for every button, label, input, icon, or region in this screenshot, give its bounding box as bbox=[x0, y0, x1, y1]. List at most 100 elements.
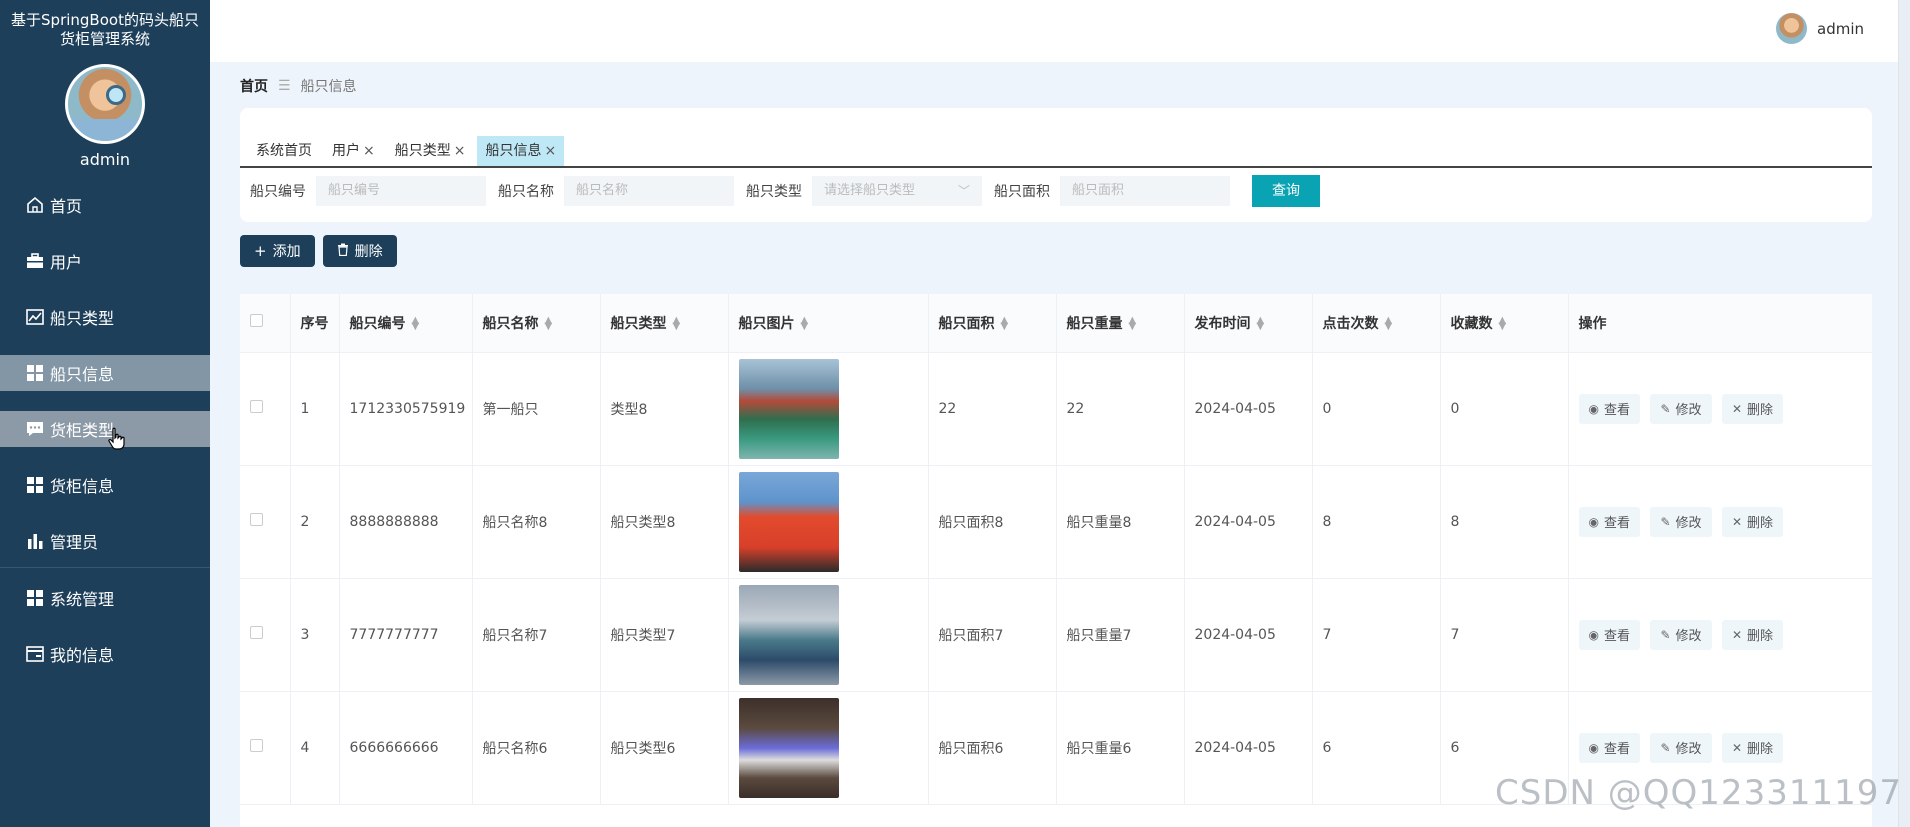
tab-label: 船只信息 bbox=[485, 143, 542, 159]
header-favorites[interactable]: 收藏数 ▲ ▼ bbox=[1440, 294, 1569, 353]
checkbox[interactable] bbox=[250, 513, 263, 526]
sidebar-item-label: 首页 bbox=[50, 197, 83, 216]
query-button[interactable]: 查询 bbox=[1252, 175, 1320, 207]
checkbox[interactable] bbox=[250, 314, 263, 328]
cell-publish-time: 2024-04-05 bbox=[1184, 691, 1313, 805]
header-label: 船只编号 bbox=[349, 315, 406, 332]
tab-ship-type[interactable]: 船只类型 × bbox=[387, 136, 474, 166]
header-label: 发布时间 bbox=[1194, 315, 1251, 332]
close-icon[interactable]: × bbox=[544, 136, 556, 166]
sort-icon[interactable]: ▲ ▼ bbox=[545, 315, 553, 331]
header-label: 船只面积 bbox=[938, 315, 995, 332]
header-ship-code[interactable]: 船只编号 ▲ ▼ bbox=[339, 294, 473, 353]
ship-code-label: 船只编号 bbox=[250, 184, 306, 200]
batch-delete-button[interactable]: 删除 bbox=[322, 235, 397, 267]
close-icon[interactable]: × bbox=[454, 136, 466, 166]
edit-icon: ✎ bbox=[1660, 740, 1671, 755]
sidebar-item-system[interactable]: 系统管理 bbox=[0, 580, 210, 616]
edit-icon: ✎ bbox=[1660, 627, 1671, 642]
tab-ship-info[interactable]: 船只信息 × bbox=[477, 136, 565, 166]
cell-index: 3 bbox=[290, 578, 340, 692]
ship-type-label: 船只类型 bbox=[746, 184, 802, 200]
sidebar-item-ship-type[interactable]: 船只类型 bbox=[0, 299, 210, 335]
cell-ship-image bbox=[728, 352, 929, 466]
view-button[interactable]: ◉ 查看 bbox=[1578, 732, 1640, 763]
bar-chart-icon bbox=[24, 530, 46, 552]
view-button[interactable]: ◉ 查看 bbox=[1578, 506, 1640, 537]
ship-name-label: 船只名称 bbox=[498, 184, 554, 200]
ship-name-input[interactable]: 船只名称 bbox=[564, 176, 734, 206]
header-ship-image[interactable]: 船只图片 ▲ ▼ bbox=[728, 294, 929, 353]
edit-button[interactable]: ✎ 修改 bbox=[1650, 506, 1712, 537]
ship-image[interactable] bbox=[738, 471, 839, 572]
top-username[interactable]: admin bbox=[1817, 20, 1864, 38]
sidebar-item-admins[interactable]: 管理员 bbox=[0, 523, 210, 559]
close-icon[interactable]: × bbox=[363, 136, 375, 166]
top-user-menu[interactable]: admin bbox=[1776, 13, 1864, 44]
delete-button[interactable]: ✕ 删除 bbox=[1721, 732, 1784, 763]
checkbox[interactable] bbox=[250, 626, 263, 639]
sidebar-item-users[interactable]: 用户 bbox=[0, 243, 210, 279]
sort-icon[interactable]: ▲ ▼ bbox=[412, 315, 420, 331]
tab-label: 船只类型 bbox=[394, 143, 451, 159]
header-click-count[interactable]: 点击次数 ▲ ▼ bbox=[1312, 294, 1441, 353]
checkbox[interactable] bbox=[250, 739, 263, 752]
sort-icon[interactable]: ▲ ▼ bbox=[673, 315, 681, 331]
ship-type-select[interactable]: 请选择船只类型 ﹀ bbox=[812, 176, 982, 206]
header-ship-area[interactable]: 船只面积 ▲ ▼ bbox=[928, 294, 1057, 353]
sidebar-item-container-info[interactable]: 货柜信息 bbox=[0, 467, 210, 503]
tab-users[interactable]: 用户 × bbox=[324, 136, 383, 166]
sidebar-item-my-info[interactable]: 我的信息 bbox=[0, 636, 210, 672]
sidebar-item-label: 货柜信息 bbox=[50, 477, 115, 496]
sidebar-item-container-type[interactable]: 货柜类型 bbox=[0, 411, 210, 450]
breadcrumb-home[interactable]: 首页 bbox=[240, 76, 268, 96]
add-button[interactable]: + 添加 bbox=[240, 235, 315, 267]
tab-system-home[interactable]: 系统首页 bbox=[248, 136, 320, 166]
header-label: 点击次数 bbox=[1322, 315, 1379, 332]
ship-image[interactable] bbox=[738, 358, 839, 459]
cell-operations: ◉ 查看 ✎ 修改 ✕ 删除 bbox=[1568, 578, 1872, 692]
header-label: 船只重量 bbox=[1066, 315, 1123, 332]
header-publish-time[interactable]: 发布时间 ▲ ▼ bbox=[1184, 294, 1313, 353]
cell-ship-type: 船只类型7 bbox=[600, 578, 729, 692]
trash-icon bbox=[337, 242, 349, 260]
cell-index: 1 bbox=[290, 352, 340, 466]
delete-button[interactable]: ✕ 删除 bbox=[1721, 393, 1784, 424]
sort-icon[interactable]: ▲ ▼ bbox=[1129, 315, 1137, 331]
delete-button[interactable]: ✕ 删除 bbox=[1721, 506, 1784, 537]
top-avatar[interactable] bbox=[1776, 13, 1807, 44]
edit-button[interactable]: ✎ 修改 bbox=[1650, 732, 1712, 763]
sidebar-avatar[interactable] bbox=[65, 64, 145, 144]
sort-icon[interactable]: ▲ ▼ bbox=[1257, 315, 1265, 331]
cell-click-count: 6 bbox=[1312, 691, 1441, 805]
edit-button[interactable]: ✎ 修改 bbox=[1650, 619, 1712, 650]
view-button[interactable]: ◉ 查看 bbox=[1578, 619, 1640, 650]
cell-ship-area: 船只面积6 bbox=[928, 691, 1057, 805]
view-label: 查看 bbox=[1603, 516, 1630, 531]
sidebar-item-ship-info[interactable]: 船只信息 bbox=[0, 355, 210, 391]
sort-icon[interactable]: ▲ ▼ bbox=[1385, 315, 1393, 331]
header-ship-name[interactable]: 船只名称 ▲ ▼ bbox=[472, 294, 601, 353]
ship-image[interactable] bbox=[738, 584, 839, 685]
table-row: 3 7777777777 船只名称7 船只类型7 船只面积7 船只重量7 202… bbox=[240, 578, 1872, 692]
delete-button[interactable]: ✕ 删除 bbox=[1721, 619, 1784, 650]
page-scrollbar[interactable] bbox=[1898, 0, 1910, 827]
grid-icon bbox=[24, 474, 46, 496]
sort-icon[interactable]: ▲ ▼ bbox=[801, 315, 809, 331]
menu-divider bbox=[0, 567, 210, 568]
ship-area-input[interactable]: 船只面积 bbox=[1060, 176, 1230, 206]
header-ship-type[interactable]: 船只类型 ▲ ▼ bbox=[600, 294, 729, 353]
header-select-all[interactable] bbox=[240, 294, 291, 353]
ship-type-placeholder: 请选择船只类型 bbox=[824, 183, 916, 198]
sort-icon[interactable]: ▲ ▼ bbox=[1001, 315, 1009, 331]
view-button[interactable]: ◉ 查看 bbox=[1578, 393, 1640, 424]
ship-image[interactable] bbox=[738, 697, 839, 798]
cell-ship-image bbox=[728, 691, 929, 805]
edit-button[interactable]: ✎ 修改 bbox=[1650, 393, 1712, 424]
ship-code-input[interactable]: 船只编号 bbox=[316, 176, 486, 206]
add-button-label: 添加 bbox=[272, 244, 301, 260]
sort-icon[interactable]: ▲ ▼ bbox=[1499, 315, 1507, 331]
checkbox[interactable] bbox=[250, 400, 263, 413]
sidebar-item-home[interactable]: 首页 bbox=[0, 187, 210, 223]
header-ship-weight[interactable]: 船只重量 ▲ ▼ bbox=[1056, 294, 1185, 353]
